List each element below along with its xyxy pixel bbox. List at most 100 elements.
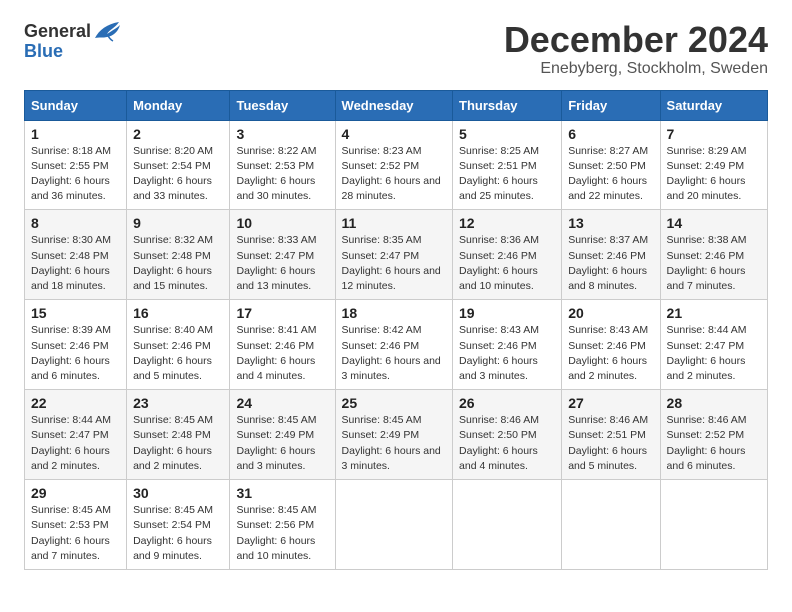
day-info: Sunrise: 8:29 AMSunset: 2:49 PMDaylight:… <box>667 144 761 205</box>
day-number: 25 <box>342 395 446 411</box>
calendar-cell: 28 Sunrise: 8:46 AMSunset: 2:52 PMDayligh… <box>660 390 767 480</box>
calendar-cell: 31Sunrise: 8:45 AMSunset: 2:56 PMDayligh… <box>230 480 335 570</box>
day-info: Sunrise: 8:46 AMSunset: 2:50 PMDaylight:… <box>459 413 555 474</box>
day-info: Sunrise: 8:44 AMSunset: 2:47 PMDaylight:… <box>31 413 120 474</box>
calendar-cell: 15 Sunrise: 8:39 AMSunset: 2:46 PMDayligh… <box>25 300 127 390</box>
day-info: Sunrise: 8:39 AMSunset: 2:46 PMDaylight:… <box>31 323 120 384</box>
calendar-header-row: SundayMondayTuesdayWednesdayThursdayFrid… <box>25 90 768 120</box>
day-info: Sunrise: 8:30 AMSunset: 2:48 PMDaylight:… <box>31 233 120 294</box>
calendar-cell: 8Sunrise: 8:30 AMSunset: 2:48 PMDaylight… <box>25 210 127 300</box>
day-number: 10 <box>236 215 328 231</box>
day-info: Sunrise: 8:43 AMSunset: 2:46 PMDaylight:… <box>459 323 555 384</box>
calendar-header-thursday: Thursday <box>453 90 562 120</box>
day-number: 22 <box>31 395 120 411</box>
day-number: 3 <box>236 126 328 142</box>
calendar-cell: 13 Sunrise: 8:37 AMSunset: 2:46 PMDayligh… <box>562 210 660 300</box>
day-info: Sunrise: 8:45 AMSunset: 2:48 PMDaylight:… <box>133 413 223 474</box>
day-info: Sunrise: 8:45 AMSunset: 2:49 PMDaylight:… <box>342 413 446 474</box>
calendar-cell: 11 Sunrise: 8:35 AMSunset: 2:47 PMDayligh… <box>335 210 452 300</box>
calendar-cell: 16Sunrise: 8:40 AMSunset: 2:46 PMDayligh… <box>127 300 230 390</box>
day-number: 28 <box>667 395 761 411</box>
day-info: Sunrise: 8:45 AMSunset: 2:54 PMDaylight:… <box>133 503 223 564</box>
calendar-header-friday: Friday <box>562 90 660 120</box>
calendar-cell: 6Sunrise: 8:27 AMSunset: 2:50 PMDaylight… <box>562 120 660 210</box>
day-info: Sunrise: 8:46 AMSunset: 2:51 PMDaylight:… <box>568 413 653 474</box>
logo: General Blue <box>24 20 121 62</box>
calendar-cell: 9Sunrise: 8:32 AMSunset: 2:48 PMDaylight… <box>127 210 230 300</box>
day-info: Sunrise: 8:18 AMSunset: 2:55 PMDaylight:… <box>31 144 120 205</box>
day-number: 4 <box>342 126 446 142</box>
calendar-cell: 20 Sunrise: 8:43 AMSunset: 2:46 PMDayligh… <box>562 300 660 390</box>
day-number: 12 <box>459 215 555 231</box>
calendar-cell: 5 Sunrise: 8:25 AMSunset: 2:51 PMDaylight… <box>453 120 562 210</box>
calendar-body: 1 Sunrise: 8:18 AMSunset: 2:55 PMDaylight… <box>25 120 768 569</box>
day-info: Sunrise: 8:38 AMSunset: 2:46 PMDaylight:… <box>667 233 761 294</box>
calendar-cell: 29Sunrise: 8:45 AMSunset: 2:53 PMDayligh… <box>25 480 127 570</box>
day-number: 23 <box>133 395 223 411</box>
calendar-cell: 4 Sunrise: 8:23 AMSunset: 2:52 PMDaylight… <box>335 120 452 210</box>
logo-blue: Blue <box>24 41 63 61</box>
day-number: 24 <box>236 395 328 411</box>
calendar-cell: 2 Sunrise: 8:20 AMSunset: 2:54 PMDaylight… <box>127 120 230 210</box>
subtitle: Enebyberg, Stockholm, Sweden <box>504 60 768 78</box>
calendar-cell: 14 Sunrise: 8:38 AMSunset: 2:46 PMDayligh… <box>660 210 767 300</box>
calendar-cell: 22 Sunrise: 8:44 AMSunset: 2:47 PMDayligh… <box>25 390 127 480</box>
calendar-cell <box>562 480 660 570</box>
day-number: 11 <box>342 215 446 231</box>
day-info: Sunrise: 8:40 AMSunset: 2:46 PMDaylight:… <box>133 323 223 384</box>
calendar-cell: 17Sunrise: 8:41 AMSunset: 2:46 PMDayligh… <box>230 300 335 390</box>
calendar-cell: 1 Sunrise: 8:18 AMSunset: 2:55 PMDaylight… <box>25 120 127 210</box>
page-header: General Blue December 2024 Enebyberg, St… <box>24 20 768 78</box>
day-number: 2 <box>133 126 223 142</box>
calendar-cell: 7 Sunrise: 8:29 AMSunset: 2:49 PMDaylight… <box>660 120 767 210</box>
day-number: 19 <box>459 305 555 321</box>
calendar-header-wednesday: Wednesday <box>335 90 452 120</box>
day-info: Sunrise: 8:41 AMSunset: 2:46 PMDaylight:… <box>236 323 328 384</box>
calendar-table: SundayMondayTuesdayWednesdayThursdayFrid… <box>24 90 768 570</box>
calendar-cell: 21Sunrise: 8:44 AMSunset: 2:47 PMDayligh… <box>660 300 767 390</box>
calendar-cell <box>335 480 452 570</box>
calendar-header-monday: Monday <box>127 90 230 120</box>
day-number: 5 <box>459 126 555 142</box>
calendar-week-row: 15 Sunrise: 8:39 AMSunset: 2:46 PMDayligh… <box>25 300 768 390</box>
day-info: Sunrise: 8:25 AMSunset: 2:51 PMDaylight:… <box>459 144 555 205</box>
day-info: Sunrise: 8:23 AMSunset: 2:52 PMDaylight:… <box>342 144 446 205</box>
calendar-cell: 26 Sunrise: 8:46 AMSunset: 2:50 PMDayligh… <box>453 390 562 480</box>
calendar-week-row: 29Sunrise: 8:45 AMSunset: 2:53 PMDayligh… <box>25 480 768 570</box>
calendar-cell: 23 Sunrise: 8:45 AMSunset: 2:48 PMDayligh… <box>127 390 230 480</box>
day-number: 26 <box>459 395 555 411</box>
day-info: Sunrise: 8:33 AMSunset: 2:47 PMDaylight:… <box>236 233 328 294</box>
calendar-cell: 27Sunrise: 8:46 AMSunset: 2:51 PMDayligh… <box>562 390 660 480</box>
day-info: Sunrise: 8:22 AMSunset: 2:53 PMDaylight:… <box>236 144 328 205</box>
day-number: 13 <box>568 215 653 231</box>
calendar-week-row: 22 Sunrise: 8:44 AMSunset: 2:47 PMDayligh… <box>25 390 768 480</box>
main-title: December 2024 <box>504 20 768 60</box>
day-info: Sunrise: 8:35 AMSunset: 2:47 PMDaylight:… <box>342 233 446 294</box>
day-info: Sunrise: 8:27 AMSunset: 2:50 PMDaylight:… <box>568 144 653 205</box>
calendar-cell: 12 Sunrise: 8:36 AMSunset: 2:46 PMDayligh… <box>453 210 562 300</box>
logo-bird-icon <box>93 20 121 42</box>
day-number: 14 <box>667 215 761 231</box>
day-info: Sunrise: 8:36 AMSunset: 2:46 PMDaylight:… <box>459 233 555 294</box>
day-info: Sunrise: 8:46 AMSunset: 2:52 PMDaylight:… <box>667 413 761 474</box>
day-info: Sunrise: 8:20 AMSunset: 2:54 PMDaylight:… <box>133 144 223 205</box>
day-info: Sunrise: 8:45 AMSunset: 2:49 PMDaylight:… <box>236 413 328 474</box>
day-number: 15 <box>31 305 120 321</box>
calendar-cell: 25 Sunrise: 8:45 AMSunset: 2:49 PMDayligh… <box>335 390 452 480</box>
calendar-cell: 30Sunrise: 8:45 AMSunset: 2:54 PMDayligh… <box>127 480 230 570</box>
day-info: Sunrise: 8:37 AMSunset: 2:46 PMDaylight:… <box>568 233 653 294</box>
calendar-cell: 19 Sunrise: 8:43 AMSunset: 2:46 PMDayligh… <box>453 300 562 390</box>
logo-general: General <box>24 22 91 40</box>
day-number: 7 <box>667 126 761 142</box>
day-number: 20 <box>568 305 653 321</box>
calendar-cell: 3 Sunrise: 8:22 AMSunset: 2:53 PMDaylight… <box>230 120 335 210</box>
day-number: 1 <box>31 126 120 142</box>
day-number: 31 <box>236 485 328 501</box>
calendar-header-sunday: Sunday <box>25 90 127 120</box>
day-info: Sunrise: 8:44 AMSunset: 2:47 PMDaylight:… <box>667 323 761 384</box>
day-info: Sunrise: 8:43 AMSunset: 2:46 PMDaylight:… <box>568 323 653 384</box>
title-section: December 2024 Enebyberg, Stockholm, Swed… <box>504 20 768 78</box>
day-number: 29 <box>31 485 120 501</box>
day-number: 9 <box>133 215 223 231</box>
calendar-cell <box>660 480 767 570</box>
